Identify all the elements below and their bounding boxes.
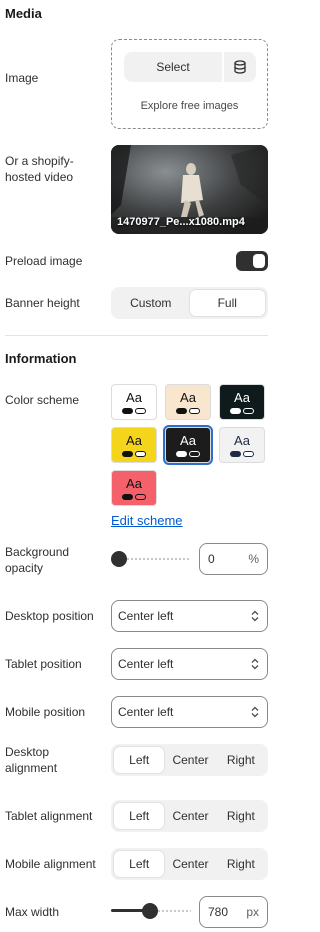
swatch-primary-pill bbox=[122, 407, 133, 414]
swatch-button-preview bbox=[122, 450, 146, 457]
section-divider bbox=[5, 335, 268, 336]
swatch-sample-text: Aa bbox=[234, 432, 250, 448]
swatch-primary-pill bbox=[230, 450, 241, 457]
color-scheme-label: Color scheme bbox=[5, 393, 80, 407]
swatch-sample-text: Aa bbox=[126, 432, 142, 448]
database-icon bbox=[234, 60, 246, 74]
swatch-sample-text: Aa bbox=[126, 389, 142, 405]
swatch-sample-text: Aa bbox=[180, 389, 196, 405]
background-opacity-label: Background opacity bbox=[5, 545, 70, 575]
banner-height-custom[interactable]: Custom bbox=[113, 289, 189, 317]
desktop-alignment-segmented: Left Center Right bbox=[111, 744, 268, 776]
color-scheme-swatch[interactable]: Aa bbox=[165, 384, 211, 420]
color-scheme-swatch[interactable]: Aa bbox=[219, 384, 265, 420]
edit-scheme-link[interactable]: Edit scheme bbox=[111, 513, 183, 528]
color-scheme-swatch[interactable]: Aa bbox=[163, 425, 213, 465]
image-label: Image bbox=[5, 71, 39, 85]
tablet-position-select[interactable]: Center left bbox=[111, 648, 268, 680]
swatch-secondary-pill bbox=[243, 407, 254, 414]
max-width-value: 780 bbox=[208, 905, 229, 919]
swatch-button-preview bbox=[122, 407, 146, 414]
swatch-secondary-pill bbox=[135, 450, 146, 457]
slider-thumb[interactable] bbox=[111, 551, 127, 567]
desktop-alignment-left[interactable]: Left bbox=[113, 746, 166, 774]
max-width-input[interactable]: 780 px bbox=[199, 896, 268, 928]
desktop-position-label: Desktop position bbox=[5, 609, 94, 623]
video-thumbnail[interactable]: 1470977_Pe...x1080.mp4 bbox=[111, 145, 268, 234]
tablet-position-value: Center left bbox=[118, 657, 174, 671]
swatch-primary-pill bbox=[122, 493, 133, 500]
desktop-alignment-right[interactable]: Right bbox=[216, 746, 266, 774]
swatch-primary-pill bbox=[176, 407, 187, 414]
preload-image-toggle[interactable] bbox=[236, 251, 268, 271]
video-filename: 1470977_Pe...x1080.mp4 bbox=[117, 216, 245, 228]
background-opacity-slider[interactable] bbox=[111, 551, 191, 567]
mobile-position-value: Center left bbox=[118, 705, 174, 719]
swatch-secondary-pill bbox=[135, 493, 146, 500]
background-opacity-input[interactable]: 0 % bbox=[199, 543, 268, 575]
max-width-label: Max width bbox=[5, 905, 60, 919]
mobile-alignment-segmented: Left Center Right bbox=[111, 848, 268, 880]
media-library-button[interactable] bbox=[224, 52, 256, 82]
max-width-unit: px bbox=[246, 905, 259, 919]
swatch-secondary-pill bbox=[135, 407, 146, 414]
swatch-primary-pill bbox=[122, 450, 133, 457]
swatch-button-preview bbox=[176, 450, 200, 457]
desktop-alignment-center[interactable]: Center bbox=[165, 746, 215, 774]
swatch-button-preview bbox=[230, 407, 254, 414]
slider-track bbox=[119, 558, 191, 560]
opacity-value: 0 bbox=[208, 552, 215, 566]
color-scheme-swatch[interactable]: Aa bbox=[111, 470, 157, 506]
video-label: Or a shopify-hosted video bbox=[5, 154, 74, 184]
toggle-knob bbox=[253, 254, 265, 268]
opacity-unit: % bbox=[248, 552, 259, 566]
swatch-sample-text: Aa bbox=[234, 389, 250, 405]
tablet-alignment-center[interactable]: Center bbox=[165, 802, 215, 830]
desktop-alignment-label: Desktop alignment bbox=[5, 745, 58, 775]
mobile-alignment-left[interactable]: Left bbox=[113, 850, 166, 878]
slider-thumb[interactable] bbox=[141, 903, 158, 919]
tablet-alignment-segmented: Left Center Right bbox=[111, 800, 268, 832]
max-width-slider[interactable] bbox=[111, 903, 191, 919]
explore-free-images-link[interactable]: Explore free images bbox=[112, 100, 267, 112]
swatch-primary-pill bbox=[230, 407, 241, 414]
swatch-button-preview bbox=[122, 493, 146, 500]
select-image-button[interactable]: Select bbox=[124, 52, 222, 82]
media-section-title: Media bbox=[5, 6, 42, 21]
banner-height-full[interactable]: Full bbox=[188, 289, 266, 317]
banner-height-label: Banner height bbox=[5, 296, 80, 310]
chevron-up-down-icon bbox=[251, 610, 259, 622]
swatch-secondary-pill bbox=[189, 407, 200, 414]
desktop-position-value: Center left bbox=[118, 609, 174, 623]
swatch-sample-text: Aa bbox=[180, 432, 196, 448]
mobile-alignment-right[interactable]: Right bbox=[216, 850, 266, 878]
mobile-position-select[interactable]: Center left bbox=[111, 696, 268, 728]
color-scheme-swatch[interactable]: Aa bbox=[219, 427, 265, 463]
image-picker: Select Explore free images bbox=[111, 39, 268, 129]
chevron-up-down-icon bbox=[251, 658, 259, 670]
desktop-position-select[interactable]: Center left bbox=[111, 600, 268, 632]
swatch-secondary-pill bbox=[189, 450, 200, 457]
information-section-title: Information bbox=[5, 351, 77, 366]
color-scheme-swatch[interactable]: Aa bbox=[111, 384, 157, 420]
banner-height-segmented: Custom Full bbox=[111, 287, 268, 319]
swatch-sample-text: Aa bbox=[126, 475, 142, 491]
mobile-alignment-center[interactable]: Center bbox=[165, 850, 215, 878]
tablet-alignment-label: Tablet alignment bbox=[5, 809, 93, 823]
swatch-button-preview bbox=[230, 450, 254, 457]
mobile-alignment-label: Mobile alignment bbox=[5, 857, 96, 871]
swatch-secondary-pill bbox=[243, 450, 254, 457]
color-scheme-swatch[interactable]: Aa bbox=[111, 427, 157, 463]
swatch-button-preview bbox=[176, 407, 200, 414]
tablet-alignment-right[interactable]: Right bbox=[216, 802, 266, 830]
tablet-position-label: Tablet position bbox=[5, 657, 82, 671]
slider-track bbox=[157, 910, 191, 912]
preload-image-label: Preload image bbox=[5, 254, 83, 268]
mobile-position-label: Mobile position bbox=[5, 705, 86, 719]
chevron-up-down-icon bbox=[251, 706, 259, 718]
swatch-primary-pill bbox=[176, 450, 187, 457]
tablet-alignment-left[interactable]: Left bbox=[113, 802, 166, 830]
